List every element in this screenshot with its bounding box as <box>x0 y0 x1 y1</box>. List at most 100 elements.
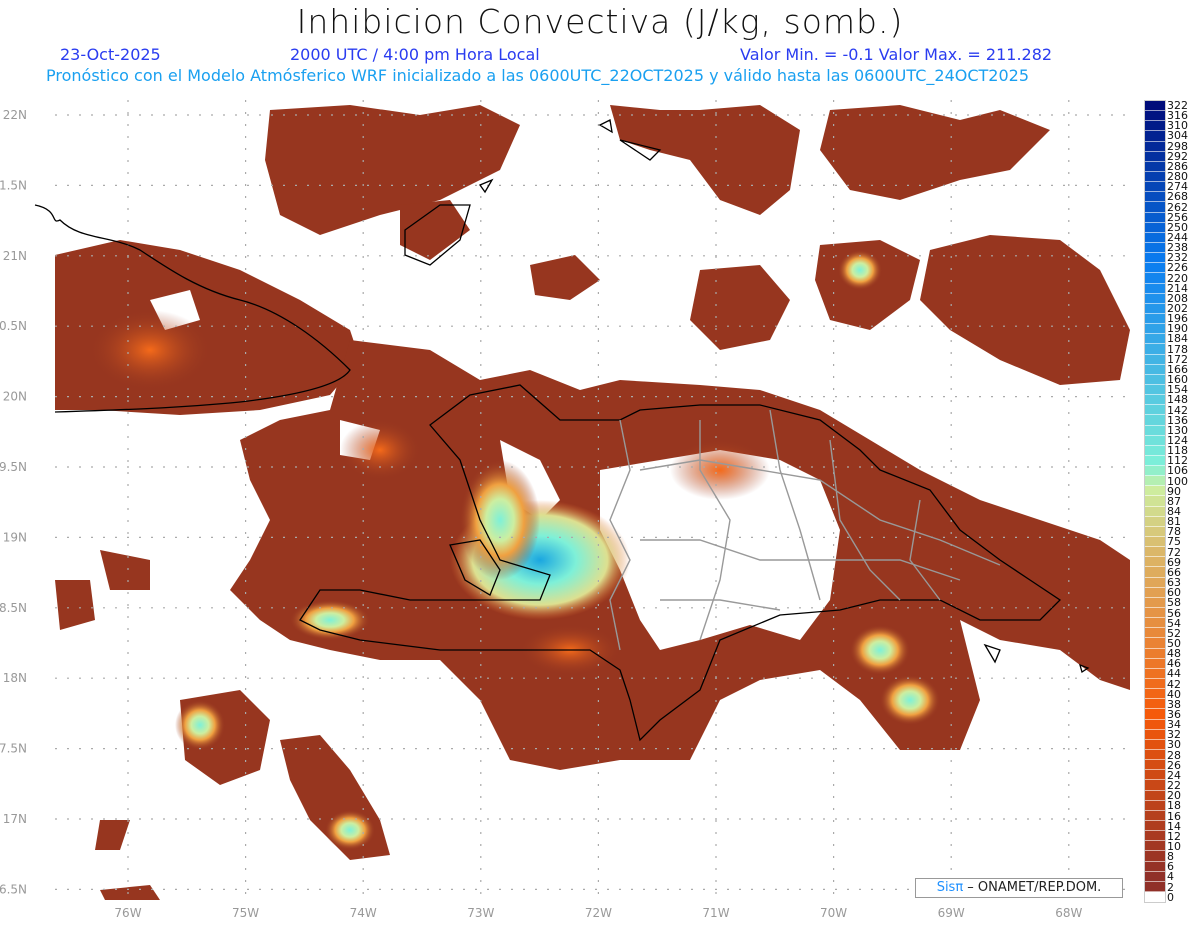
colorbar-swatch <box>1145 283 1165 294</box>
colorbar-swatch <box>1145 851 1165 862</box>
colorbar-swatch <box>1145 881 1165 892</box>
map-plot: 22N 1.5N 21N 0.5N 20N 9.5N 19N 8.5N 18N 7.5N 17N 6.… <box>0 100 1130 920</box>
colorbar-swatch <box>1145 435 1165 446</box>
lon-label: 70W <box>820 906 847 920</box>
colorbar-swatch <box>1145 729 1165 740</box>
colorbar-swatch <box>1145 597 1165 609</box>
colorbar-swatch <box>1145 719 1165 730</box>
colorbar-swatch <box>1145 658 1165 669</box>
colorbar-swatch <box>1145 364 1165 375</box>
colorbar-swatch <box>1145 101 1165 112</box>
colorbar-swatch <box>1145 273 1165 284</box>
colorbar-swatch <box>1145 324 1165 335</box>
lon-label: 74W <box>350 906 377 920</box>
colorbar-label: 0 <box>1167 890 1174 904</box>
colorbar-swatch <box>1145 212 1165 223</box>
colorbar-swatch <box>1145 567 1165 578</box>
lat-label: 0.5N <box>0 319 27 333</box>
colorbar-swatch <box>1145 222 1165 233</box>
colorbar-swatch <box>1145 405 1165 416</box>
lat-label: 21N <box>3 249 27 263</box>
colorbar-swatch <box>1145 466 1165 477</box>
lat-label: 18N <box>3 671 27 685</box>
colorbar-swatch <box>1145 516 1165 527</box>
colorbar-swatch <box>1145 313 1165 325</box>
colorbar-swatch <box>1145 303 1165 314</box>
colorbar-swatch <box>1145 871 1165 882</box>
colorbar-swatch <box>1145 334 1165 345</box>
colorbar-swatch <box>1145 618 1165 629</box>
lon-label: 76W <box>114 906 141 920</box>
lat-label: 20N <box>3 390 27 404</box>
colorbar-swatch <box>1145 537 1165 548</box>
colorbar-swatch <box>1145 202 1165 213</box>
colorbar-swatch <box>1145 689 1165 700</box>
colorbar-swatch <box>1145 841 1165 852</box>
colorbar-swatch <box>1145 831 1165 842</box>
lon-label: 71W <box>702 906 729 920</box>
colorbar-swatch <box>1145 354 1165 365</box>
colorbar-swatch <box>1145 415 1165 426</box>
lat-label: 7.5N <box>0 742 27 756</box>
colorbar-swatch <box>1145 445 1165 456</box>
lon-label: 73W <box>467 906 494 920</box>
lat-label: 17N <box>3 812 27 826</box>
colorbar-swatch <box>1145 780 1165 791</box>
colorbar-swatch <box>1145 455 1165 467</box>
lat-label: 8.5N <box>0 601 27 615</box>
colorbar-swatch <box>1145 141 1165 152</box>
colorbar-swatch <box>1145 557 1165 568</box>
colorbar-swatch <box>1145 131 1165 142</box>
colorbar-swatch <box>1145 800 1165 811</box>
colorbar-swatch <box>1145 151 1165 162</box>
colorbar-swatch <box>1145 384 1165 396</box>
lat-label: 9.5N <box>0 460 27 474</box>
credit-text: – ONAMET/REP.DOM. <box>963 880 1102 895</box>
colorbar-swatch <box>1145 679 1165 690</box>
lon-label: 72W <box>585 906 612 920</box>
colorbar-swatch <box>1145 425 1165 436</box>
colorbar-swatch <box>1145 790 1165 801</box>
lat-label: 1.5N <box>0 178 27 192</box>
colorbar-swatch <box>1145 739 1165 750</box>
colorbar-swatch <box>1145 709 1165 720</box>
colorbar-swatch <box>1145 344 1165 355</box>
colorbar-swatch <box>1145 253 1165 264</box>
colorbar-swatch <box>1145 810 1165 821</box>
colorbar-swatch <box>1145 608 1165 619</box>
colorbar-swatch <box>1145 861 1165 872</box>
colorbar-swatch <box>1145 577 1165 588</box>
colorbar-swatch <box>1145 668 1165 680</box>
colorbar-swatch <box>1145 263 1165 274</box>
colorbar-swatch <box>1145 760 1165 771</box>
credit-brand: Sisπ <box>936 880 964 895</box>
lat-label: 6.5N <box>0 882 27 896</box>
colorbar-swatch <box>1145 121 1165 132</box>
lon-label: 68W <box>1055 906 1082 920</box>
lat-label: 22N <box>3 108 27 122</box>
colorbar-swatch <box>1145 171 1165 183</box>
colorbar-swatch <box>1145 628 1165 639</box>
cin-field <box>55 105 1130 900</box>
colorbar-swatch <box>1145 192 1165 203</box>
colorbar-swatch <box>1145 161 1165 172</box>
lat-label: 19N <box>3 530 27 544</box>
colorbar-swatch <box>1145 496 1165 507</box>
colorbar-swatch <box>1145 526 1165 538</box>
colorbar-swatch <box>1145 547 1165 558</box>
colorbar-swatch <box>1145 232 1165 243</box>
colorbar-swatch <box>1145 293 1165 304</box>
colorbar-swatch <box>1145 638 1165 649</box>
colorbar-swatch <box>1145 820 1165 832</box>
colorbar-swatch <box>1145 770 1165 781</box>
colorbar <box>1144 100 1166 904</box>
colorbar-swatch <box>1145 395 1165 406</box>
colorbar-swatch <box>1145 506 1165 517</box>
lon-label: 69W <box>938 906 965 920</box>
colorbar-swatch <box>1145 891 1165 903</box>
credit-box: Sisπ – ONAMET/REP.DOM. <box>915 878 1123 898</box>
lon-label: 75W <box>232 906 259 920</box>
colorbar-swatch <box>1145 587 1165 598</box>
colorbar-swatch <box>1145 750 1165 761</box>
colorbar-swatch <box>1145 486 1165 497</box>
